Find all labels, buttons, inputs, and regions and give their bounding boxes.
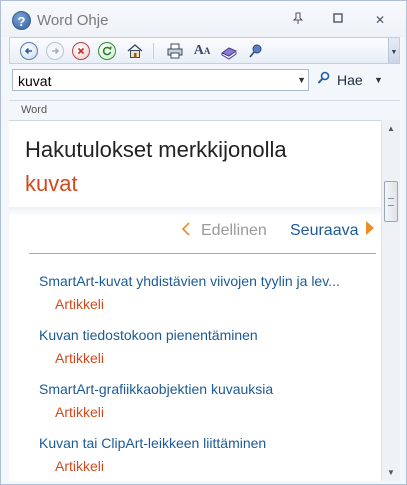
result-link[interactable]: Kuvan tiedostokoon pienentäminen [39,327,379,343]
result-type: Artikkeli [55,350,105,366]
title-bar[interactable]: ? Word Ohje ✕ [1,1,406,37]
result-link[interactable]: SmartArt-grafiikkaobjektien kuvauksia [39,381,379,397]
breadcrumb-label[interactable]: Word [21,104,47,116]
list-item: SmartArt-grafiikkaobjektien kuvauksia Ar… [39,381,379,420]
help-window: ? Word Ohje ✕ AA ▼ kuvat ▼ Hae ▼ Word Ha… [0,0,407,485]
result-link[interactable]: SmartArt-kuvat yhdistävien viivojen tyyl… [39,273,379,289]
header-shade [9,207,381,217]
results-pane: Hakutulokset merkkijonolla kuvat Edellin… [9,120,381,481]
search-query-text: kuvat [25,171,78,196]
refresh-icon[interactable] [98,42,116,60]
toolbar-separator [153,43,154,59]
list-item: SmartArt-kuvat yhdistävien viivojen tyyl… [39,273,379,312]
search-input[interactable]: kuvat ▼ [12,69,309,91]
previous-arrow-icon[interactable] [181,222,191,239]
window-title: Word Ohje [37,12,109,29]
font-size-icon[interactable]: AA [193,42,211,60]
breadcrumb: Word [9,100,400,120]
page-title: Hakutulokset merkkijonolla [25,137,287,162]
search-button[interactable]: Hae ▼ [313,69,389,91]
scroll-down-icon[interactable]: ▼ [382,464,400,481]
help-icon: ? [12,11,31,30]
divider [29,253,376,254]
result-link[interactable]: Kuvan tai ClipArt-leikkeen liittäminen [39,435,379,451]
book-icon[interactable] [220,42,238,60]
pin-icon[interactable] [247,42,265,60]
next-page-link[interactable]: Seuraava [290,222,359,240]
result-type: Artikkeli [55,296,105,312]
stop-icon[interactable] [72,42,90,60]
dropdown-arrow-icon[interactable]: ▼ [297,75,306,85]
printer-icon[interactable] [166,42,184,60]
search-icon [317,71,330,88]
chevron-down-icon[interactable]: ▼ [388,38,399,63]
scroll-up-icon[interactable]: ▲ [382,120,400,137]
next-arrow-icon[interactable] [365,221,375,238]
result-type: Artikkeli [55,404,105,420]
previous-page-link[interactable]: Edellinen [201,222,267,240]
list-item: Kuvan tiedostokoon pienentäminen Artikke… [39,327,379,366]
chevron-down-icon[interactable]: ▼ [374,75,383,85]
search-input-value: kuvat [18,73,52,89]
home-icon[interactable] [126,42,144,60]
forward-arrow-icon[interactable] [46,42,64,60]
maximize-button[interactable] [328,12,348,28]
pin-window-icon[interactable] [288,12,308,28]
list-item: Kuvan tai ClipArt-leikkeen liittäminen A… [39,435,379,474]
search-button-label: Hae [337,72,363,88]
scrollbar-thumb[interactable] [384,181,398,222]
close-button[interactable]: ✕ [370,12,390,28]
vertical-scrollbar[interactable]: ▲ ▼ [381,120,400,481]
toolbar: AA ▼ [9,37,400,64]
result-type: Artikkeli [55,458,105,474]
back-arrow-icon[interactable] [20,42,38,60]
